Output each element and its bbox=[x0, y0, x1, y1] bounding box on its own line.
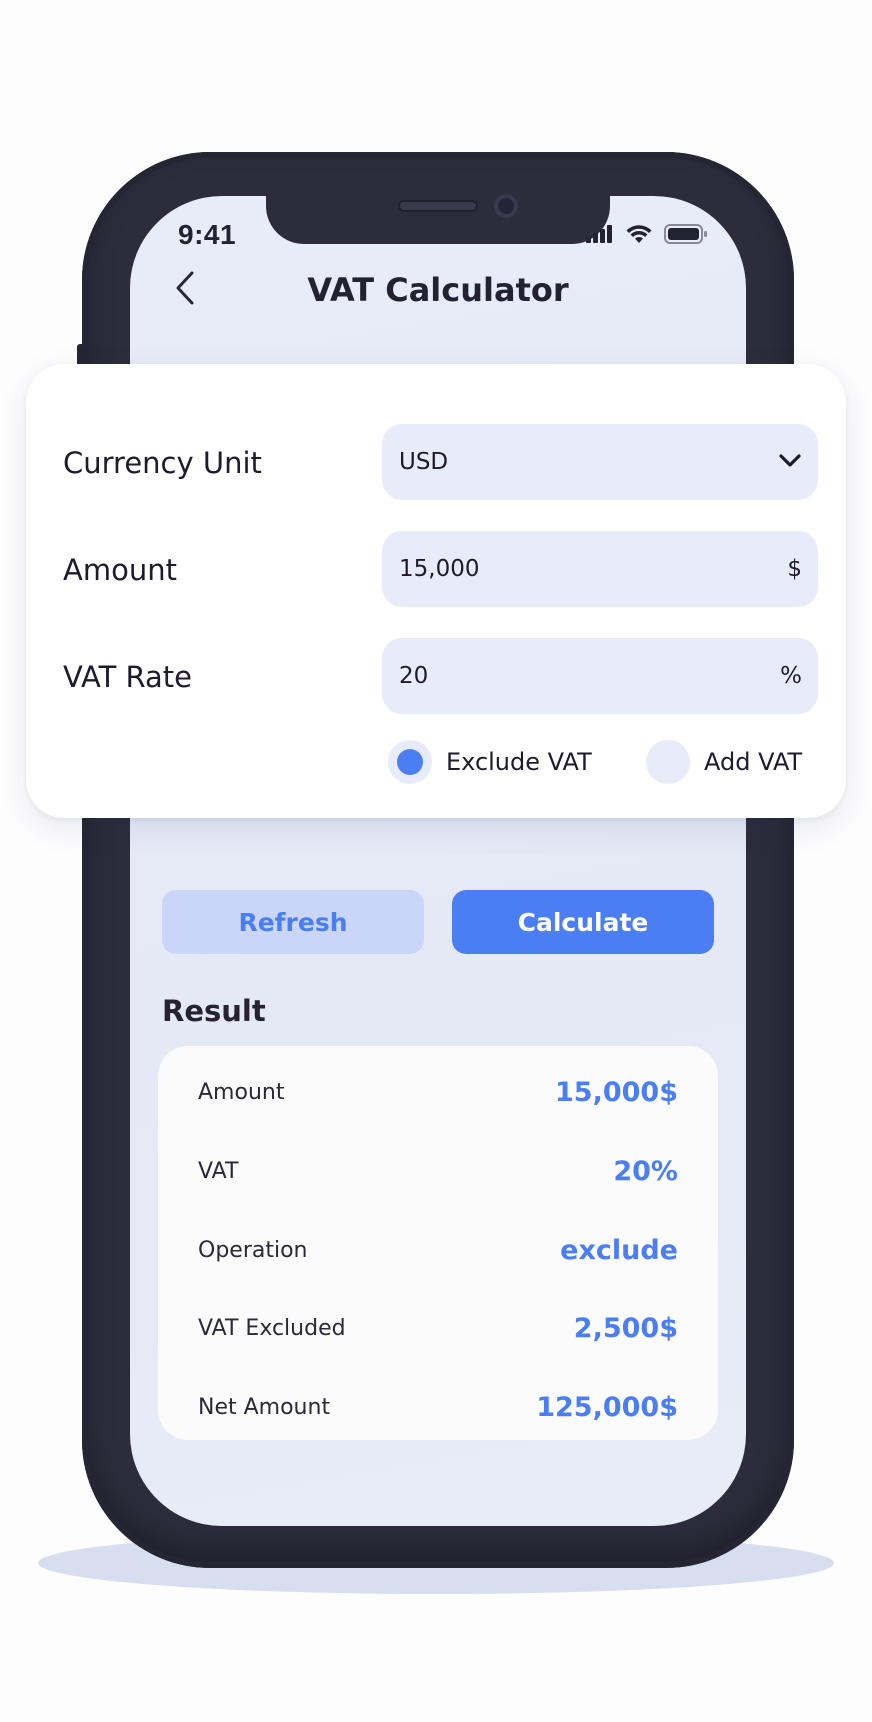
radio-button-unselected[interactable] bbox=[646, 740, 690, 784]
result-key: VAT bbox=[198, 1158, 239, 1184]
vat-rate-value: 20 bbox=[399, 663, 429, 689]
radio-exclude-vat[interactable]: Exclude VAT bbox=[388, 740, 592, 784]
radio-button-selected[interactable] bbox=[388, 740, 432, 784]
amount-value: 15,000 bbox=[399, 556, 480, 582]
result-value: 20% bbox=[613, 1155, 678, 1187]
calculate-button[interactable]: Calculate bbox=[452, 890, 714, 954]
phone-notch bbox=[266, 186, 610, 244]
radio-add-vat[interactable]: Add VAT bbox=[646, 740, 802, 784]
speaker-grille bbox=[398, 200, 478, 212]
page-title: VAT Calculator bbox=[307, 271, 569, 309]
vat-rate-percent-suffix: % bbox=[780, 663, 802, 689]
chevron-left-icon bbox=[175, 271, 195, 309]
currency-value: USD bbox=[399, 449, 449, 475]
result-row-vat-excluded: VAT Excluded 2,500$ bbox=[198, 1308, 678, 1348]
result-key: Operation bbox=[198, 1237, 308, 1263]
refresh-button[interactable]: Refresh bbox=[162, 890, 424, 954]
currency-select[interactable]: USD bbox=[382, 424, 818, 500]
signal-icon bbox=[586, 225, 614, 247]
amount-currency-suffix: $ bbox=[787, 556, 802, 582]
result-heading: Result bbox=[162, 994, 266, 1028]
back-button[interactable] bbox=[170, 268, 200, 312]
vat-rate-label: VAT Rate bbox=[63, 660, 192, 694]
result-key: Amount bbox=[198, 1079, 285, 1105]
radio-selected-dot bbox=[397, 749, 423, 775]
battery-icon bbox=[664, 224, 708, 248]
amount-label: Amount bbox=[63, 553, 177, 587]
result-row-net-amount: Net Amount 125,000$ bbox=[198, 1387, 678, 1427]
result-key: Net Amount bbox=[198, 1394, 331, 1420]
amount-input[interactable]: 15,000 $ bbox=[382, 531, 818, 607]
status-time: 9:41 bbox=[178, 219, 237, 250]
result-value: 2,500$ bbox=[573, 1312, 678, 1344]
radio-add-vat-label: Add VAT bbox=[704, 748, 803, 776]
result-value: exclude bbox=[560, 1234, 678, 1266]
result-row-amount: Amount 15,000$ bbox=[198, 1072, 678, 1112]
result-value: 125,000$ bbox=[536, 1391, 678, 1423]
result-key: VAT Excluded bbox=[198, 1315, 346, 1341]
result-row-operation: Operation exclude bbox=[198, 1230, 678, 1270]
status-icons bbox=[586, 224, 708, 248]
radio-exclude-vat-label: Exclude VAT bbox=[446, 748, 592, 776]
currency-label: Currency Unit bbox=[63, 446, 262, 480]
vat-rate-input[interactable]: 20 % bbox=[382, 638, 818, 714]
result-value: 15,000$ bbox=[555, 1076, 678, 1108]
result-row-vat: VAT 20% bbox=[198, 1151, 678, 1191]
chevron-down-icon bbox=[778, 449, 802, 475]
wifi-icon bbox=[626, 224, 652, 248]
stage: 9:41 VAT Calculator Currency Unit USD Am… bbox=[0, 0, 872, 1722]
front-camera bbox=[494, 194, 518, 218]
